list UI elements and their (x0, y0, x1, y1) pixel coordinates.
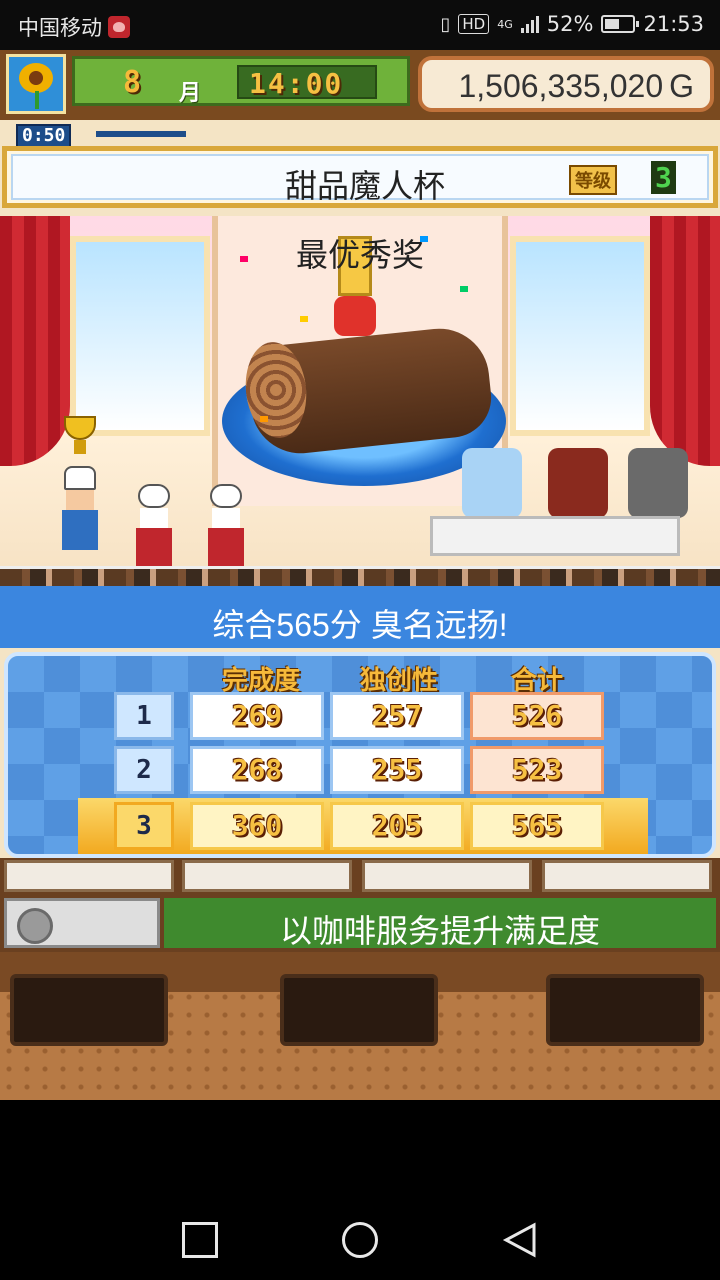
carrier: 中国移动 (18, 12, 130, 42)
counter-slot-right[interactable] (546, 974, 704, 1046)
completion-cell: 360 (190, 802, 324, 850)
judges-table (430, 516, 680, 556)
robot-character (130, 484, 178, 574)
hint-bar: 以咖啡服务提升满足度 (0, 896, 720, 952)
award-stage: 最优秀奖 (0, 216, 720, 586)
total-cell: 565 (470, 802, 604, 850)
sunflower-icon[interactable] (6, 54, 66, 114)
system-nav-bar (0, 1200, 720, 1280)
shop-counter (0, 952, 720, 1100)
chef-character (56, 466, 104, 556)
contest-rank-label: 等级 (569, 165, 617, 195)
trophy-icon (60, 416, 100, 460)
coffee-cup-icon (17, 908, 53, 944)
hd-icon: HD (458, 14, 490, 34)
total-cell: 523 (470, 746, 604, 794)
result-summary: 综合565分 臭名远扬! (212, 607, 508, 643)
audience-crowd (0, 566, 720, 586)
huawei-app-icon (108, 16, 130, 38)
game-screen: 8 月 14:00 1,506,335,020 G 0:50 甜品魔人杯 等级 3… (0, 50, 720, 1100)
game-clock: 14:00 (249, 67, 344, 100)
timer-text: 0:50 (16, 124, 72, 148)
result-banner: 综合565分 臭名远扬! (0, 586, 720, 648)
originality-cell: 205 (330, 802, 464, 850)
originality-cell: 257 (330, 692, 464, 740)
window-left (70, 236, 210, 436)
total-cell: 526 (470, 692, 604, 740)
event-timer: 0:50 (0, 124, 190, 148)
menu-tab[interactable] (182, 860, 352, 892)
menu-tab[interactable] (362, 860, 532, 892)
recent-apps-icon[interactable] (182, 1222, 218, 1258)
coffee-button[interactable] (4, 898, 160, 948)
clock: 21:53 (643, 12, 704, 36)
signal-icon (520, 15, 539, 33)
date-panel: 8 月 14:00 (72, 56, 410, 106)
completion-cell: 269 (190, 692, 324, 740)
home-icon[interactable] (342, 1222, 378, 1258)
status-right: ▯ HD 4G 52% 21:53 (441, 12, 705, 36)
menu-tab[interactable] (4, 860, 174, 892)
back-icon[interactable] (502, 1222, 538, 1258)
battery-percent: 52% (546, 12, 594, 36)
judge-ice-monster (462, 448, 522, 518)
month-label: 月 (179, 81, 202, 106)
counter-slot-center[interactable] (280, 974, 438, 1046)
hint-panel: 以咖啡服务提升满足度 (164, 898, 716, 949)
timer-progress (96, 131, 186, 137)
vibrate-icon: ▯ (440, 13, 451, 35)
judge-red-dragon (548, 448, 608, 518)
curtain-right (650, 216, 720, 466)
money-amount: 1,506,335,020 G (458, 68, 694, 104)
carrier-name: 中国移动 (18, 16, 102, 40)
rank-cell: 1 (114, 692, 174, 740)
top-hud: 8 月 14:00 1,506,335,020 G (0, 50, 720, 120)
status-bar: 中国移动 ▯ HD 4G 52% 21:53 (0, 0, 720, 50)
menu-tabs-strip (0, 858, 720, 896)
judge-knight (628, 448, 688, 518)
hint-text: 以咖啡服务提升满足度 (279, 913, 600, 949)
award-title: 最优秀奖 (295, 237, 424, 273)
window-right (510, 236, 650, 436)
network-type: 4G (497, 17, 513, 31)
money-display: 1,506,335,020 G (418, 56, 714, 112)
month-number: 8 (123, 65, 142, 100)
robot-character (202, 484, 250, 574)
counter-slot-left[interactable] (10, 974, 168, 1046)
completion-cell: 268 (190, 746, 324, 794)
rank-cell: 3 (114, 802, 174, 850)
battery-icon (601, 15, 640, 33)
score-table: 完成度 独创性 合计 1 269 257 526 2 268 255 523 3… (4, 652, 716, 858)
rank-cell: 2 (114, 746, 174, 794)
originality-cell: 255 (330, 746, 464, 794)
clock-box: 14:00 (237, 65, 377, 100)
contest-rank-value: 3 (651, 161, 676, 194)
menu-tab[interactable] (542, 860, 712, 892)
contest-title-bar: 甜品魔人杯 等级 3 (2, 146, 718, 208)
